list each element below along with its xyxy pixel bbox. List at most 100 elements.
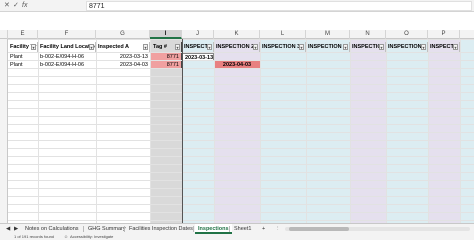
column-gridline bbox=[150, 39, 151, 223]
column-header-n[interactable]: N bbox=[350, 30, 386, 39]
tab-notes-on-calculations[interactable]: Notes on Calculations bbox=[22, 224, 82, 234]
freeze-pane-line bbox=[182, 39, 183, 223]
column-gridline bbox=[214, 39, 215, 223]
row-gridline bbox=[8, 76, 474, 77]
column-header-l[interactable]: L bbox=[260, 30, 306, 39]
header-inspection-2[interactable]: INSPECTION 2 ▾ bbox=[214, 42, 260, 52]
close-icon[interactable]: ✕ bbox=[4, 1, 10, 11]
row-gridline bbox=[8, 39, 474, 40]
filter-dropdown-icon[interactable]: ▾ bbox=[143, 44, 148, 50]
column-gridline bbox=[260, 39, 261, 223]
column-gridline bbox=[306, 39, 307, 223]
row-gridline bbox=[8, 172, 474, 173]
horizontal-scrollbar[interactable] bbox=[285, 227, 470, 231]
filter-dropdown-icon[interactable]: ▾ bbox=[175, 44, 180, 50]
header-facility-land-location[interactable]: Facility Land Locatio ▾ bbox=[38, 42, 96, 52]
scrollbar-thumb[interactable] bbox=[289, 227, 349, 231]
row-gridline bbox=[8, 140, 474, 141]
header-inspection-4-label: INSPECTION 4 bbox=[308, 44, 347, 50]
column-header-e[interactable]: E bbox=[8, 30, 38, 39]
column-gridline bbox=[38, 39, 39, 223]
column-header-f[interactable]: F bbox=[38, 30, 96, 39]
select-all-corner[interactable] bbox=[0, 30, 8, 39]
header-inspection-1-label: INSPECTI bbox=[184, 44, 210, 50]
filter-dropdown-icon[interactable]: ▾ bbox=[253, 44, 258, 50]
filter-dropdown-icon[interactable]: ▾ bbox=[453, 44, 458, 50]
tab-scroll-right-icon[interactable]: ▶ bbox=[11, 224, 21, 234]
header-inspectio[interactable]: INSPECTIO ▾ bbox=[350, 42, 386, 52]
more-options-icon[interactable]: ⋮ bbox=[272, 224, 284, 234]
spreadsheet-grid[interactable]: E F G H I J K L M N O P Facility Ty▾ Fac… bbox=[0, 12, 474, 223]
header-tag[interactable]: Tag # ▾ bbox=[150, 42, 182, 52]
header-inspection-3-label: INSPECTION 3 bbox=[262, 44, 301, 50]
row-gridline bbox=[8, 164, 474, 165]
column-header-o[interactable]: O bbox=[386, 30, 428, 39]
header-inspecti-b-label: INSPECTI bbox=[430, 44, 456, 50]
filter-dropdown-icon[interactable]: ▾ bbox=[31, 44, 36, 50]
tab-inspections[interactable]: Inspections bbox=[195, 224, 232, 234]
row-gridline bbox=[8, 156, 474, 157]
filter-dropdown-icon[interactable]: ▾ bbox=[379, 44, 384, 50]
column-gridline bbox=[428, 39, 429, 223]
row-gridline bbox=[8, 100, 474, 101]
filter-dropdown-icon[interactable]: ▾ bbox=[343, 44, 348, 50]
filter-dropdown-icon[interactable]: ▾ bbox=[89, 44, 94, 50]
header-inspection-1[interactable]: INSPECTI ▾ bbox=[182, 42, 214, 52]
check-icon[interactable]: ✓ bbox=[13, 1, 19, 11]
tab-ghg-summary[interactable]: GHG Summary bbox=[85, 224, 129, 234]
header-inspecti-b[interactable]: INSPECTI ▾ bbox=[428, 42, 460, 52]
row-gridline bbox=[8, 108, 474, 109]
tab-sheet1[interactable]: Sheet1 bbox=[231, 224, 254, 234]
row-gridline bbox=[8, 116, 474, 117]
column-headers: E F G H I J K L M N O P bbox=[0, 30, 474, 39]
header-tag-label: Tag # bbox=[153, 44, 167, 50]
sheet-tabs-bar: ◀ ▶ Notes on Calculations GHG Summary Fa… bbox=[0, 223, 474, 234]
row-gridline bbox=[8, 68, 474, 69]
add-sheet-button[interactable]: + bbox=[259, 224, 268, 234]
header-inspection-2-label: INSPECTION 2 bbox=[216, 44, 255, 50]
function-label[interactable]: fx bbox=[22, 1, 27, 11]
accessibility-icon: ☺ bbox=[64, 234, 69, 239]
row-gridline bbox=[8, 124, 474, 125]
column-gridline bbox=[460, 39, 461, 223]
header-inspection-4[interactable]: INSPECTION 4 ▾ bbox=[306, 42, 350, 52]
formula-input[interactable]: 8771 bbox=[86, 1, 472, 11]
row-gridline bbox=[8, 148, 474, 149]
header-inspected-a[interactable]: Inspected A ▾ bbox=[96, 42, 150, 52]
header-land-location-label: Facility Land Locatio bbox=[40, 44, 95, 50]
tab-divider bbox=[83, 226, 84, 232]
row-gridline bbox=[8, 212, 474, 213]
header-facility-type[interactable]: Facility Ty ▾ bbox=[8, 42, 38, 52]
status-bar: 1 of 191 records found ☺ Accessibility: … bbox=[0, 234, 474, 240]
row-gridline bbox=[8, 52, 474, 53]
header-inspection-3[interactable]: INSPECTION 3 ▾ bbox=[260, 42, 306, 52]
row-gridline bbox=[8, 180, 474, 181]
column-header-p[interactable]: P bbox=[428, 30, 460, 39]
column-header-m[interactable]: M bbox=[306, 30, 350, 39]
row-gridline bbox=[8, 196, 474, 197]
column-header-j[interactable]: J bbox=[182, 30, 214, 39]
column-header-i[interactable]: I bbox=[150, 30, 182, 39]
filter-dropdown-icon[interactable]: ▾ bbox=[207, 44, 212, 50]
formula-bar: ✕ ✓ fx 8771 bbox=[0, 0, 474, 12]
status-accessibility[interactable]: Accessibility: Investigate bbox=[70, 234, 113, 240]
tab-divider bbox=[124, 226, 125, 232]
row-gridline bbox=[8, 92, 474, 93]
column-header-k[interactable]: K bbox=[214, 30, 260, 39]
status-records: 1 of 191 records found bbox=[14, 234, 55, 239]
row-gridline bbox=[8, 132, 474, 133]
column-gridline bbox=[386, 39, 387, 223]
row-gridline bbox=[8, 60, 474, 61]
filter-dropdown-icon[interactable]: ▾ bbox=[421, 44, 426, 50]
column-gridline bbox=[350, 39, 351, 223]
tab-divider bbox=[193, 226, 194, 232]
header-inspection-3b[interactable]: INSPECTION 3 ▾ bbox=[386, 42, 428, 52]
row-number-column[interactable] bbox=[0, 39, 8, 223]
header-inspected-label: Inspected A bbox=[98, 44, 129, 50]
row-gridline bbox=[8, 188, 474, 189]
filter-dropdown-icon[interactable]: ▾ bbox=[299, 44, 304, 50]
row-gridline bbox=[8, 220, 474, 221]
row-gridline bbox=[8, 204, 474, 205]
tab-facilities-inspection-dates[interactable]: Facilities Inspection Dates bbox=[126, 224, 196, 234]
header-inspectio-label: INSPECTIO bbox=[352, 44, 382, 50]
